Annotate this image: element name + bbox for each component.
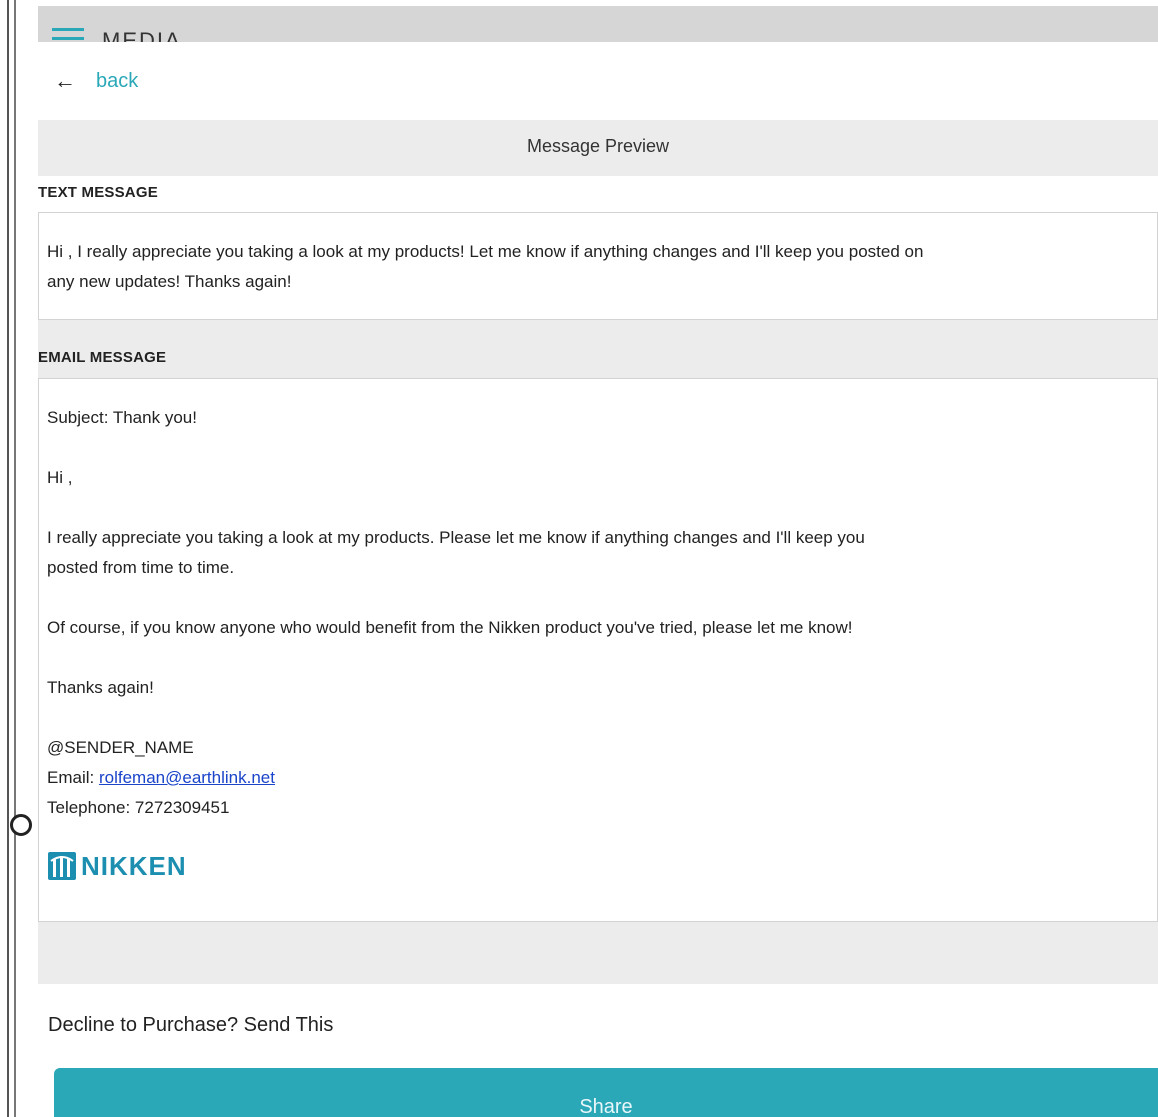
decline-to-purchase-text: Decline to Purchase? Send This (48, 1014, 334, 1036)
drag-handle[interactable] (10, 814, 32, 836)
nikken-logo-text: NIKKEN (81, 851, 187, 881)
email-address-link[interactable]: rolfeman@earthlink.net (99, 768, 275, 787)
header-title: MEDIA (102, 28, 182, 42)
window-edge-line (7, 0, 9, 1117)
email-paragraph-1-line-2: posted from time to time. (47, 558, 235, 577)
footer-spacer (38, 922, 1158, 984)
app-screen: MEDIA ← back Message Preview TEXT MESSAG… (0, 0, 1158, 1117)
nikken-logo-icon (48, 852, 76, 880)
message-preview-title: Message Preview (526, 136, 670, 156)
email-paragraph-2: Of course, if you know anyone who would … (47, 618, 853, 637)
arrow-left-icon[interactable]: ← (54, 70, 76, 92)
hamburger-menu-icon[interactable] (52, 28, 84, 42)
email-closing: Thanks again! (47, 678, 154, 697)
top-header: MEDIA (38, 6, 1158, 42)
text-message-label: TEXT MESSAGE (38, 184, 158, 201)
back-label[interactable]: back (96, 70, 138, 93)
nikken-logo: NIKKEN (47, 851, 1147, 881)
share-button[interactable]: Share (54, 1068, 1158, 1117)
email-section-bg (38, 320, 1158, 378)
email-telephone: Telephone: 7272309451 (47, 798, 230, 817)
text-message-card: Hi , I really appreciate you taking a lo… (38, 212, 1158, 320)
text-message-line-1: Hi , I really appreciate you taking a lo… (47, 242, 924, 261)
email-message-card: Subject: Thank you! Hi , I really apprec… (38, 378, 1158, 922)
message-preview-bar: Message Preview (38, 120, 1158, 176)
email-subject: Subject: Thank you! (47, 408, 197, 427)
email-message-label: EMAIL MESSAGE (38, 349, 167, 366)
email-greeting: Hi , (47, 468, 73, 487)
back-button[interactable]: ← back (54, 66, 138, 96)
text-message-line-2: any new updates! Thanks again! (47, 272, 292, 291)
email-sender-name: @SENDER_NAME (47, 738, 194, 757)
window-edge-line-inner (14, 0, 16, 1117)
email-paragraph-1-line-1: I really appreciate you taking a look at… (47, 528, 865, 547)
email-address-line: Email: rolfeman@earthlink.net (47, 763, 1147, 793)
email-address-prefix: Email: (47, 768, 99, 787)
